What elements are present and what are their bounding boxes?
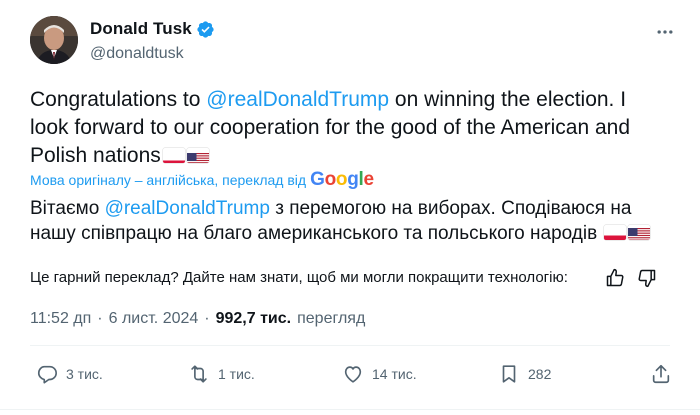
repost-icon [191,365,207,383]
meta-separator: · [97,310,103,327]
poland-flag-icon [162,148,185,163]
verified-badge-icon [196,20,215,39]
repost-button[interactable]: 1 тис. [188,363,255,385]
more-dots-icon [657,30,673,34]
share-icon [652,364,670,384]
tweet-date[interactable]: 6 лист. 2024 [109,310,199,328]
reply-count: 3 тис. [66,366,103,382]
translated-mention-link[interactable]: @realDonaldTrump [105,198,270,219]
bottom-divider [0,409,700,410]
translated-text: Вітаємо @realDonaldTrump з перемогою на … [30,196,670,246]
tweet-card: Donald Tusk @donaldtusk Congratulations … [0,0,700,415]
meta-separator: · [204,310,210,327]
tweet-actions: 3 тис. 1 тис. 14 тис. 282 [0,355,700,399]
translation-feedback-question: Це гарний переклад? Дайте нам знати, щоб… [30,269,568,286]
like-count: 14 тис. [372,366,417,382]
translated-text-prefix: Вітаємо [30,198,105,219]
like-button[interactable]: 14 тис. [342,363,417,385]
google-logo: Google [310,169,374,190]
mention-link[interactable]: @realDonaldTrump [206,88,389,111]
author-name-row: Donald Tusk [90,19,215,39]
author-name[interactable]: Donald Tusk [90,19,192,39]
poland-flag-icon [604,225,627,240]
bookmark-count: 282 [528,366,552,382]
repost-count: 1 тис. [218,366,255,382]
heart-icon [344,366,362,383]
tweet-text: Congratulations to @realDonaldTrump on w… [30,86,670,170]
thumbs-up-button[interactable] [604,267,626,289]
divider [30,345,670,346]
bookmark-button[interactable]: 282 [498,363,551,385]
translation-note-row: Мова оригіналу – англійська, переклад ві… [30,169,374,191]
reply-icon [37,365,57,384]
avatar-image [30,16,78,64]
tweet-time[interactable]: 11:52 дп [30,310,91,328]
views-count: 992,7 тис. [215,310,292,327]
avatar[interactable] [30,16,78,64]
translation-note[interactable]: Мова оригіналу – англійська, переклад ві… [30,172,306,188]
views-label: перегляд [297,310,366,327]
translation-feedback-row: Це гарний переклад? Дайте нам знати, щоб… [30,267,670,289]
thumbs-down-icon [638,269,656,288]
tweet-text-prefix: Congratulations to [30,88,207,111]
reply-button[interactable]: 3 тис. [36,363,103,385]
author-handle[interactable]: @donaldtusk [90,45,184,63]
tweet-meta: 11:52 дп · 6 лист. 2024 · 992,7 тис. пер… [30,310,365,328]
thumbs-down-button[interactable] [636,267,658,289]
bookmark-icon [502,365,516,383]
thumbs-up-icon [606,268,624,287]
more-options-button[interactable] [654,22,676,42]
usa-flag-icon [628,225,651,240]
share-button[interactable] [650,363,672,385]
usa-flag-icon [186,148,209,163]
